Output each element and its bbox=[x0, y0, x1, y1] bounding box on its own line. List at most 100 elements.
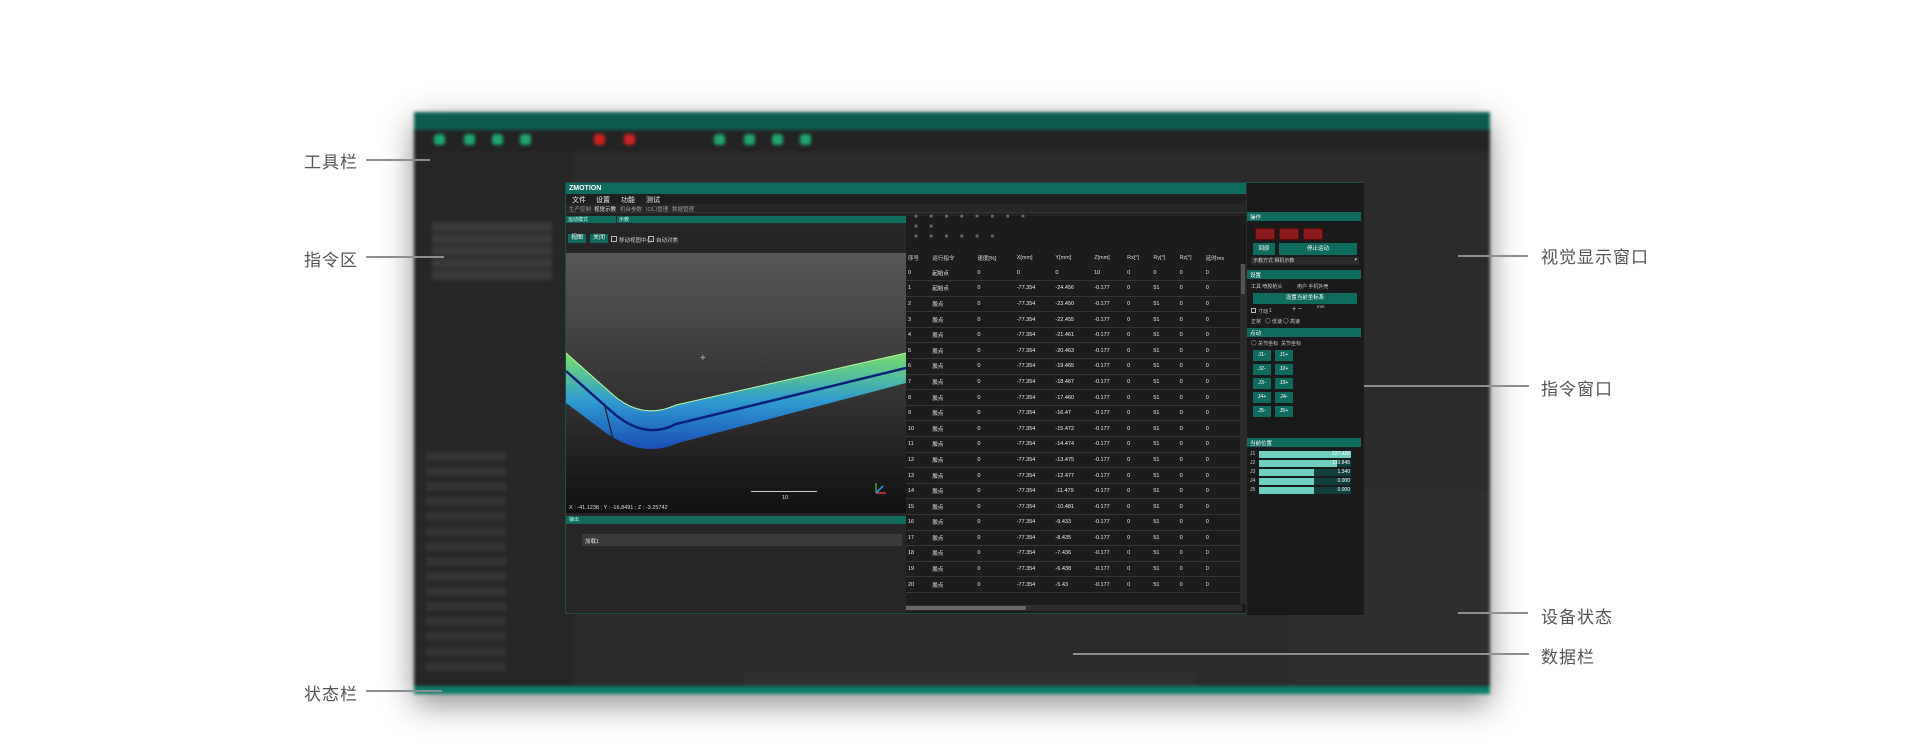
table-cell: -6.438 bbox=[1053, 561, 1093, 578]
jog-button[interactable]: J2+ bbox=[1275, 364, 1293, 375]
pause-button[interactable] bbox=[1279, 228, 1299, 240]
table-row[interactable]: 11 胶点 0 -77.354 -14.474 -0.177 0 51 0 0 bbox=[906, 436, 1242, 453]
position-bar-fill bbox=[1259, 460, 1338, 467]
plus-minus-icon[interactable]: + − bbox=[1292, 306, 1302, 313]
table-cell: 0 bbox=[975, 467, 1015, 484]
table-cell: 14 bbox=[906, 483, 931, 500]
teach-mode-select[interactable]: 示教方式 相机示教 ▾ bbox=[1251, 257, 1359, 265]
table-cell: 0 bbox=[1151, 265, 1178, 282]
table-cell: 0 bbox=[975, 405, 1015, 422]
radio-low-icon[interactable]: ◯ bbox=[1265, 318, 1271, 324]
callout-device-status: 设备状态 bbox=[1541, 608, 1613, 627]
tab-data[interactable]: 数据管理 bbox=[672, 205, 694, 213]
table-row[interactable]: 16 胶点 0 -77.354 -9.433 -0.177 0 51 0 0 bbox=[906, 514, 1242, 531]
table-cell: -14.474 bbox=[1053, 436, 1093, 453]
table-cell: 0 bbox=[1177, 514, 1204, 531]
home-button[interactable]: 回原 bbox=[1253, 243, 1275, 255]
table-row[interactable]: 17 胶点 0 -77.354 -8.435 -0.177 0 51 0 0 bbox=[906, 530, 1242, 547]
run-button[interactable] bbox=[1255, 228, 1275, 240]
bg-tool-icon bbox=[714, 134, 725, 145]
bg-tool-icon bbox=[520, 134, 531, 145]
table-row[interactable]: 13 胶点 0 -77.354 -12.477 -0.177 0 51 0 0 bbox=[906, 467, 1242, 484]
callout-data-bar: 数据栏 bbox=[1541, 648, 1595, 667]
table-row[interactable]: 5 胶点 0 -77.354 -20.463 -0.177 0 51 0 0 bbox=[906, 342, 1242, 360]
move-center-checkbox[interactable] bbox=[611, 236, 617, 242]
tab-production[interactable]: 生产控制 bbox=[569, 205, 591, 213]
output-box: 加载1 bbox=[582, 534, 902, 546]
auto-focus-checkbox[interactable] bbox=[648, 236, 654, 242]
table-row[interactable]: 18 胶点 0 -77.354 -7.436 -0.177 0 51 0 0 bbox=[906, 545, 1242, 562]
table-row[interactable]: 6 胶点 0 -77.354 -19.465 -0.177 0 51 0 0 bbox=[906, 358, 1242, 375]
table-cell: 胶点 bbox=[930, 436, 976, 453]
table-row[interactable]: 12 胶点 0 -77.354 -13.475 -0.177 0 51 0 0 bbox=[906, 452, 1242, 469]
table-cell: 2 bbox=[906, 296, 931, 313]
table-row[interactable]: 19 胶点 0 -77.354 -6.438 -0.177 0 51 0 0 bbox=[906, 561, 1242, 578]
table-cell: 0 bbox=[975, 420, 1015, 438]
callout-status-bar: 状态栏 bbox=[304, 685, 358, 704]
radio-joint-icon[interactable]: ◯ bbox=[1251, 340, 1257, 346]
jog-button[interactable]: J4+ bbox=[1253, 392, 1271, 403]
table-row[interactable]: 9 胶点 0 -77.354 -16.47 -0.177 0 51 0 0 bbox=[906, 405, 1242, 422]
column-header: Z[mm] bbox=[1094, 254, 1110, 261]
table-row[interactable]: 0 起始点 0 0 0 10 0 0 0 0 bbox=[906, 265, 1242, 282]
table-cell: 0 bbox=[1177, 420, 1204, 438]
table-cell: -77.354 bbox=[1014, 280, 1054, 297]
jog-button[interactable]: J1- bbox=[1253, 350, 1271, 361]
table-row[interactable]: 20 胶点 0 -77.354 -5.43 -0.177 0 51 0 0 bbox=[906, 576, 1242, 593]
table-row[interactable]: 8 胶点 0 -77.354 -17.460 -0.177 0 51 0 0 bbox=[906, 389, 1242, 406]
table-cell: -77.354 bbox=[1014, 327, 1054, 344]
tab-machine-params[interactable]: 机台参数 bbox=[620, 205, 642, 213]
close-view-button[interactable]: 关闭 bbox=[590, 234, 608, 243]
table-cell: 0 bbox=[975, 561, 1015, 578]
table-cell: 0 bbox=[975, 311, 1015, 328]
table-cell: -20.463 bbox=[1053, 342, 1093, 360]
stop-button[interactable] bbox=[1303, 228, 1323, 240]
step-checkbox[interactable] bbox=[1251, 308, 1256, 313]
jog-button[interactable]: J1+ bbox=[1275, 350, 1293, 361]
table-row[interactable]: 3 胶点 0 -77.354 -22.455 -0.177 0 51 0 0 bbox=[906, 311, 1242, 328]
table-cell: 胶点 bbox=[930, 296, 976, 313]
table-cell: 0 bbox=[1203, 358, 1242, 375]
table-cell: 0 bbox=[1125, 311, 1152, 328]
table-cell: 0 bbox=[1177, 405, 1204, 422]
table-row[interactable]: 15 胶点 0 -77.354 -10.481 -0.177 0 51 0 0 bbox=[906, 498, 1242, 515]
table-cell: 10 bbox=[1092, 265, 1126, 282]
tab-visual-teach[interactable]: 视觉示教 bbox=[594, 205, 616, 213]
jog-button[interactable]: J5+ bbox=[1275, 406, 1293, 417]
jog-button[interactable]: J5- bbox=[1253, 406, 1271, 417]
set-coordinate-button[interactable]: 设置当前坐标系 bbox=[1253, 293, 1357, 304]
table-row[interactable]: 10 胶点 0 -77.354 -15.472 -0.177 0 51 0 0 bbox=[906, 420, 1242, 438]
table-cell: 0 bbox=[1177, 561, 1204, 578]
table-row[interactable]: 2 胶点 0 -77.354 -23.450 -0.177 0 51 0 0 bbox=[906, 296, 1242, 313]
jog-button[interactable]: J3- bbox=[1253, 378, 1271, 389]
stop-motion-button[interactable]: 停止运动 bbox=[1279, 243, 1357, 255]
3d-viewport[interactable]: + 10 X : -41.1238 ; Y : -16.8491 ; Z : -… bbox=[566, 253, 906, 513]
horizontal-scrollbar[interactable] bbox=[906, 605, 1242, 611]
speed-high-label: 高速 bbox=[1290, 319, 1301, 325]
table-row[interactable]: 7 胶点 0 -77.354 -18.467 -0.177 0 51 0 0 bbox=[906, 374, 1242, 391]
step-value[interactable]: 1 bbox=[1269, 308, 1272, 314]
position-value: 110.845 bbox=[1332, 460, 1350, 466]
table-row[interactable]: 1 起始点 0 -77.354 -24.456 -0.177 0 51 0 0 bbox=[906, 280, 1242, 297]
viewer-controls: 视图 关闭 移动视图中心 自动对焦 bbox=[566, 226, 906, 250]
jog-button[interactable]: J4- bbox=[1275, 392, 1293, 403]
bg-menubar bbox=[414, 112, 1490, 130]
table-cell: -0.177 bbox=[1092, 483, 1126, 500]
jog-button[interactable]: J3+ bbox=[1275, 378, 1293, 389]
tool-select[interactable]: 工具 喷胶枪头 bbox=[1251, 283, 1282, 290]
table-row[interactable]: 4 胶点 0 -77.354 -21.461 -0.177 0 51 0 0 bbox=[906, 327, 1242, 344]
table-cell: -0.177 bbox=[1092, 452, 1126, 469]
table-cell: 4 bbox=[906, 327, 931, 344]
table-row[interactable]: 14 胶点 0 -77.354 -11.479 -0.177 0 51 0 0 bbox=[906, 483, 1242, 500]
table-cell: -0.177 bbox=[1092, 342, 1126, 360]
bg-tool-icon bbox=[464, 134, 475, 145]
table-cell: 51 bbox=[1151, 483, 1178, 500]
table-cell: -77.354 bbox=[1014, 452, 1054, 469]
view-button[interactable]: 视图 bbox=[568, 234, 586, 243]
position-label: J5 bbox=[1250, 487, 1256, 493]
table-cell: -77.354 bbox=[1014, 296, 1054, 313]
jog-button[interactable]: J2- bbox=[1253, 364, 1271, 375]
tab-io[interactable]: IO口管理 bbox=[646, 205, 668, 213]
user-select[interactable]: 用户 手机外壳 bbox=[1297, 283, 1328, 290]
radio-high-icon[interactable]: ◯ bbox=[1283, 318, 1289, 324]
